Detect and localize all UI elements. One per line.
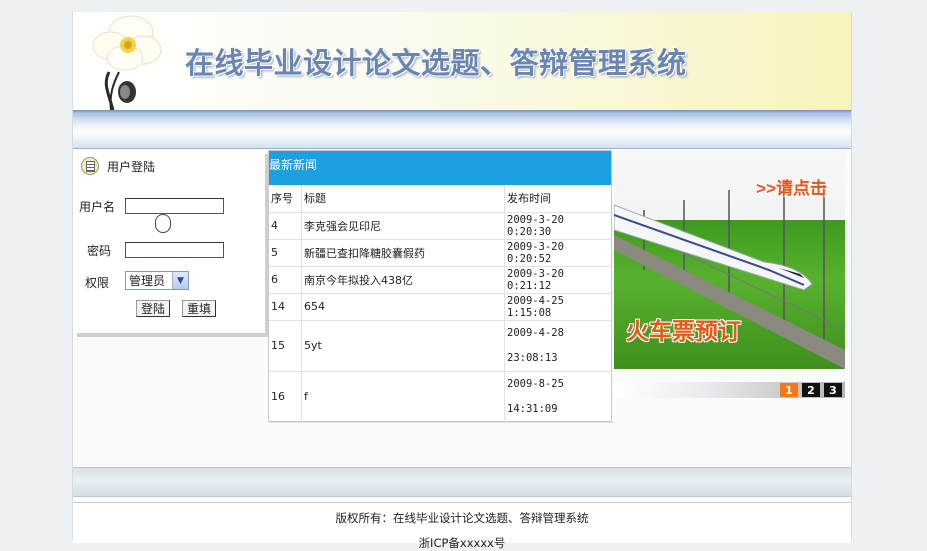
news-id: 15: [269, 320, 302, 372]
news-date-cell: 2009-8-25 14:31:09: [504, 371, 613, 423]
role-label: 权限: [85, 276, 110, 290]
mouse-cursor-icon: [155, 214, 171, 233]
news-date: 2009-3-20 0:20:52: [504, 239, 613, 267]
table-row: 4 李克强会见印尼 2009-3-20 0:20:30: [269, 212, 613, 240]
page-container: 在线毕业设计论文选题、答辩管理系统 用户登陆 用户名 密码 权限 管理员 ▼ 登…: [72, 12, 852, 550]
role-select-value: 管理员: [129, 274, 166, 288]
column-header-title: 标题: [301, 185, 505, 213]
table-header-row: 序号 标题 发布时间: [269, 185, 613, 213]
icp-text: 浙ICP备xxxxx号: [418, 536, 506, 550]
news-date: 2009-4-28: [507, 326, 564, 339]
ad-page-2[interactable]: 2: [802, 383, 820, 397]
site-title: 在线毕业设计论文选题、答辩管理系统: [185, 48, 687, 80]
login-panel: 用户登陆 用户名 密码 权限 管理员 ▼ 登陆 重填: [73, 150, 265, 333]
username-input[interactable]: [125, 198, 224, 214]
news-id: 5: [269, 239, 302, 267]
table-row: 16 f 2009-8-25 14:31:09: [269, 371, 613, 423]
news-time: 23:08:13: [507, 351, 558, 364]
news-date: 2009-3-20 0:21:12: [504, 266, 613, 294]
news-title-link[interactable]: 南京今年拟投入438亿: [301, 266, 505, 294]
chevron-down-icon[interactable]: ▼: [172, 272, 188, 289]
table-row: 14 654 2009-4-25 1:15:08: [269, 293, 613, 321]
news-heading: 最新新闻: [269, 151, 611, 185]
bottom-bar: [73, 467, 851, 497]
login-button[interactable]: 登陆: [136, 300, 171, 317]
news-id: 4: [269, 212, 302, 240]
table-row: 5 新疆已查扣降糖胶囊假药 2009-3-20 0:20:52: [269, 239, 613, 267]
navigation-bar: [73, 110, 851, 149]
news-id: 16: [269, 371, 302, 423]
table-row: 15 5yt 2009-4-28 23:08:13: [269, 320, 613, 372]
news-title-link[interactable]: 5yt: [301, 320, 505, 372]
ad-page-3[interactable]: 3: [824, 383, 842, 397]
flower-logo-icon: [92, 15, 162, 110]
ad-pager: 1 2 3: [614, 382, 845, 398]
password-input[interactable]: [125, 242, 224, 258]
ad-page-1[interactable]: 1: [780, 383, 798, 397]
news-time: 14:31:09: [507, 402, 558, 415]
news-title-link[interactable]: 654: [301, 293, 505, 321]
password-label: 密码: [87, 244, 112, 258]
login-header: 用户登陆: [81, 156, 155, 176]
header-banner: 在线毕业设计论文选题、答辩管理系统: [73, 12, 851, 110]
column-header-date: 发布时间: [504, 185, 613, 213]
footer: 版权所有：在线毕业设计论文选题、答辩管理系统 浙ICP备xxxxx号: [73, 502, 851, 550]
news-title-link[interactable]: 李克强会见印尼: [301, 212, 505, 240]
notebook-icon: [81, 157, 99, 175]
news-date: 2009-4-25 1:15:08: [504, 293, 613, 321]
news-date-cell: 2009-4-28 23:08:13: [504, 320, 613, 372]
news-title-link[interactable]: 新疆已查扣降糖胶囊假药: [301, 239, 505, 267]
news-id: 14: [269, 293, 302, 321]
username-label: 用户名: [79, 200, 116, 214]
login-heading: 用户登陆: [107, 159, 156, 174]
role-select[interactable]: 管理员 ▼: [125, 271, 189, 290]
news-title-link[interactable]: f: [301, 371, 505, 423]
column-header-id: 序号: [269, 185, 302, 213]
train-ticket-ad[interactable]: >>请点击 火车票预订: [614, 150, 845, 369]
ad-banner-text: 火车票预订: [626, 318, 741, 344]
news-panel: 最新新闻 序号 标题 发布时间 4 李克强会见印尼 2009-3-20 0:20…: [268, 150, 613, 423]
reset-button[interactable]: 重填: [182, 300, 217, 317]
copyright-text: 版权所有：在线毕业设计论文选题、答辩管理系统: [335, 511, 589, 525]
news-date: 2009-8-25: [507, 377, 564, 390]
table-row: 6 南京今年拟投入438亿 2009-3-20 0:21:12: [269, 266, 613, 294]
news-date: 2009-3-20 0:20:30: [504, 212, 613, 240]
news-id: 6: [269, 266, 302, 294]
news-table: 序号 标题 发布时间 4 李克强会见印尼 2009-3-20 0:20:30 5…: [269, 185, 613, 423]
ad-click-text[interactable]: >>请点击: [756, 174, 827, 199]
